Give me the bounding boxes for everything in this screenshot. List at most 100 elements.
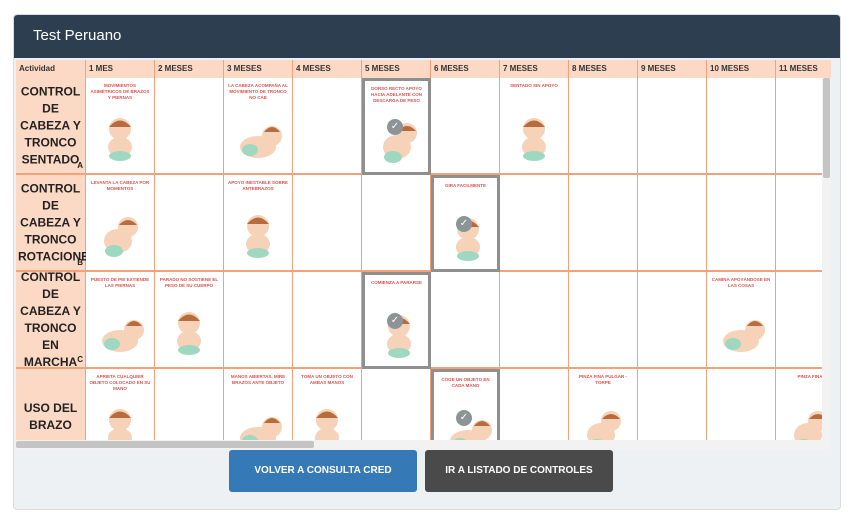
test-card: Test Peruano Actividad 1 MES 2 MESES 3 MESE… [13, 14, 841, 510]
baby-illustration [228, 211, 288, 266]
empty-cell [707, 369, 776, 440]
milestone-cell[interactable]: APOYO INESTABLE SOBRE ANTEBRAZOS [224, 175, 293, 272]
milestone-cell[interactable]: LA CABEZA ACOMPAÑA AL MOVIMIENTO DE TRON… [224, 78, 293, 175]
empty-cell [569, 175, 638, 272]
empty-cell [293, 272, 362, 369]
horizontal-scroll-thumb[interactable] [16, 441, 314, 448]
milestone-caption: PARADO NO SOSTIENE EL PESO DE SU CUERPO [159, 277, 219, 288]
column-header: 10 MESES [707, 60, 776, 78]
empty-cell [362, 369, 431, 440]
milestone-caption: COMIENZA A PARARSE [371, 280, 422, 285]
baby-illustration [90, 114, 150, 169]
back-to-cred-button[interactable]: VOLVER A CONSULTA CRED [229, 450, 417, 492]
column-header: 4 MESES [293, 60, 362, 78]
milestone-cell[interactable]: GIRA FACILMENTE ✓ [431, 175, 500, 272]
baby-illustration [159, 308, 219, 363]
check-icon: ✓ [456, 410, 472, 426]
activity-letter: B [77, 258, 83, 267]
check-icon: ✓ [387, 119, 403, 135]
milestone-caption: GIRA FACILMENTE [444, 183, 487, 188]
milestone-caption: LEVANTA LA CABEZA POR MOMENTOS [90, 180, 150, 191]
milestone-caption: APRIETA CUALQUIER OBJETO COLOCADO EN SU … [89, 374, 151, 391]
empty-cell [638, 369, 707, 440]
check-icon: ✓ [387, 313, 403, 329]
empty-cell [500, 272, 569, 369]
empty-cell [707, 175, 776, 272]
empty-cell [569, 78, 638, 175]
development-table-viewport[interactable]: Actividad 1 MES 2 MESES 3 MESES 4 MESES 5 MES… [16, 60, 831, 440]
empty-cell [431, 272, 500, 369]
activity-letter: A [77, 161, 83, 170]
activity-label: USO DEL BRAZO [23, 400, 78, 432]
baby-illustration [573, 405, 633, 440]
milestone-cell[interactable]: LEVANTA LA CABEZA POR MOMENTOS [86, 175, 155, 272]
milestone-cell[interactable]: SENTADO SIN APOYO [500, 78, 569, 175]
horizontal-scrollbar[interactable] [16, 440, 831, 449]
activity-label-cell: CONTROL DE CABEZA Y TRONCO EN MARCHA C [16, 270, 86, 369]
milestone-cell[interactable]: PINZA FINA PULGAR - TORPE [569, 369, 638, 440]
milestone-caption: MOVIMIENTOS ASIMÉTRICOS DE BRAZOS Y PIER… [90, 83, 150, 100]
milestone-cell[interactable]: DORSO RECTO APOYO HACIA ADELANTE CON DES… [362, 78, 431, 175]
vertical-scroll-thumb[interactable] [823, 78, 830, 178]
column-header: 3 MESES [224, 60, 293, 78]
baby-illustration [228, 405, 288, 440]
milestone-cell[interactable]: PARADO NO SOSTIENE EL PESO DE SU CUERPO [155, 272, 224, 369]
column-header: 6 MESES [431, 60, 500, 78]
empty-cell [293, 78, 362, 175]
milestone-cell[interactable]: PUESTO DE PIE EXTIENDE LAS PIERNAS [86, 272, 155, 369]
column-header: 2 MESES [155, 60, 224, 78]
activity-label-cell: CONTROL DE CABEZA Y TRONCO ROTACIONES B [16, 175, 98, 272]
milestone-caption: COGE UN OBJETO EN CADA MANO [441, 377, 490, 388]
page-title: Test Peruano [33, 27, 122, 44]
milestone-cell[interactable]: TOMA UN OBJETO CON AMBAS MANOS [293, 369, 362, 440]
milestone-caption: MANOS ABIERTAS, MIRE BRAZOS ANTE OBJETO [230, 374, 286, 385]
empty-cell [638, 272, 707, 369]
vertical-scrollbar[interactable] [822, 78, 831, 440]
activity-label-cell: USO DEL BRAZO [16, 369, 86, 440]
milestone-caption: CAMINA APOYÁNDOSE EN LAS COSAS [711, 277, 771, 288]
column-header: 9 MESES [638, 60, 707, 78]
empty-cell [224, 272, 293, 369]
empty-cell [500, 175, 569, 272]
empty-cell [500, 369, 569, 440]
empty-cell [638, 78, 707, 175]
empty-cell [638, 175, 707, 272]
column-header: 11 MESES [776, 60, 831, 78]
milestone-caption: PINZA FINA PULGAR - TORPE [579, 374, 627, 385]
empty-cell [569, 272, 638, 369]
column-header: Actividad [16, 60, 86, 78]
milestone-caption: SENTADO SIN APOYO [510, 83, 558, 88]
milestone-cell[interactable]: APRIETA CUALQUIER OBJETO COLOCADO EN SU … [86, 369, 155, 440]
column-header: 5 MESES [362, 60, 431, 78]
activity-letter: C [77, 355, 83, 364]
milestone-cell[interactable]: CAMINA APOYÁNDOSE EN LAS COSAS [707, 272, 776, 369]
baby-illustration [228, 114, 288, 169]
column-header: 8 MESES [569, 60, 638, 78]
activity-label-cell: CONTROL DE CABEZA Y TRONCO SENTADO A [16, 78, 86, 175]
milestone-cell[interactable]: MOVIMIENTOS ASIMÉTRICOS DE BRAZOS Y PIER… [86, 78, 155, 175]
baby-illustration [90, 308, 150, 363]
milestone-caption: LA CABEZA ACOMPAÑA AL MOVIMIENTO DE TRON… [228, 83, 288, 100]
empty-cell [362, 175, 431, 272]
baby-illustration [504, 114, 564, 169]
baby-illustration [711, 308, 771, 363]
activity-label: CONTROL DE CABEZA Y TRONCO ROTACIONES [18, 181, 98, 263]
empty-cell [155, 78, 224, 175]
empty-cell [707, 78, 776, 175]
column-header: 1 MES [86, 60, 155, 78]
milestone-caption: PUESTO DE PIE EXTIENDE LAS PIERNAS [90, 277, 150, 288]
milestone-cell[interactable]: COMIENZA A PARARSE ✓ [362, 272, 431, 369]
milestone-cell[interactable]: MANOS ABIERTAS, MIRE BRAZOS ANTE OBJETO [224, 369, 293, 440]
milestone-caption: DORSO RECTO APOYO HACIA ADELANTE CON DES… [371, 86, 422, 103]
column-header: 7 MESES [500, 60, 569, 78]
milestone-cell[interactable]: COGE UN OBJETO EN CADA MANO ✓ [431, 369, 500, 440]
empty-cell [155, 369, 224, 440]
activity-label: CONTROL DE CABEZA Y TRONCO SENTADO [20, 84, 81, 166]
table-header-row: Actividad 1 MES 2 MESES 3 MESES 4 MESES 5 MES… [16, 60, 831, 78]
baby-illustration [297, 405, 357, 440]
baby-illustration [90, 211, 150, 266]
milestone-caption: APOYO INESTABLE SOBRE ANTEBRAZOS [228, 180, 288, 191]
baby-illustration [90, 405, 150, 440]
check-icon: ✓ [456, 216, 472, 232]
go-to-controls-list-button[interactable]: IR A LISTADO DE CONTROLES [425, 450, 613, 492]
